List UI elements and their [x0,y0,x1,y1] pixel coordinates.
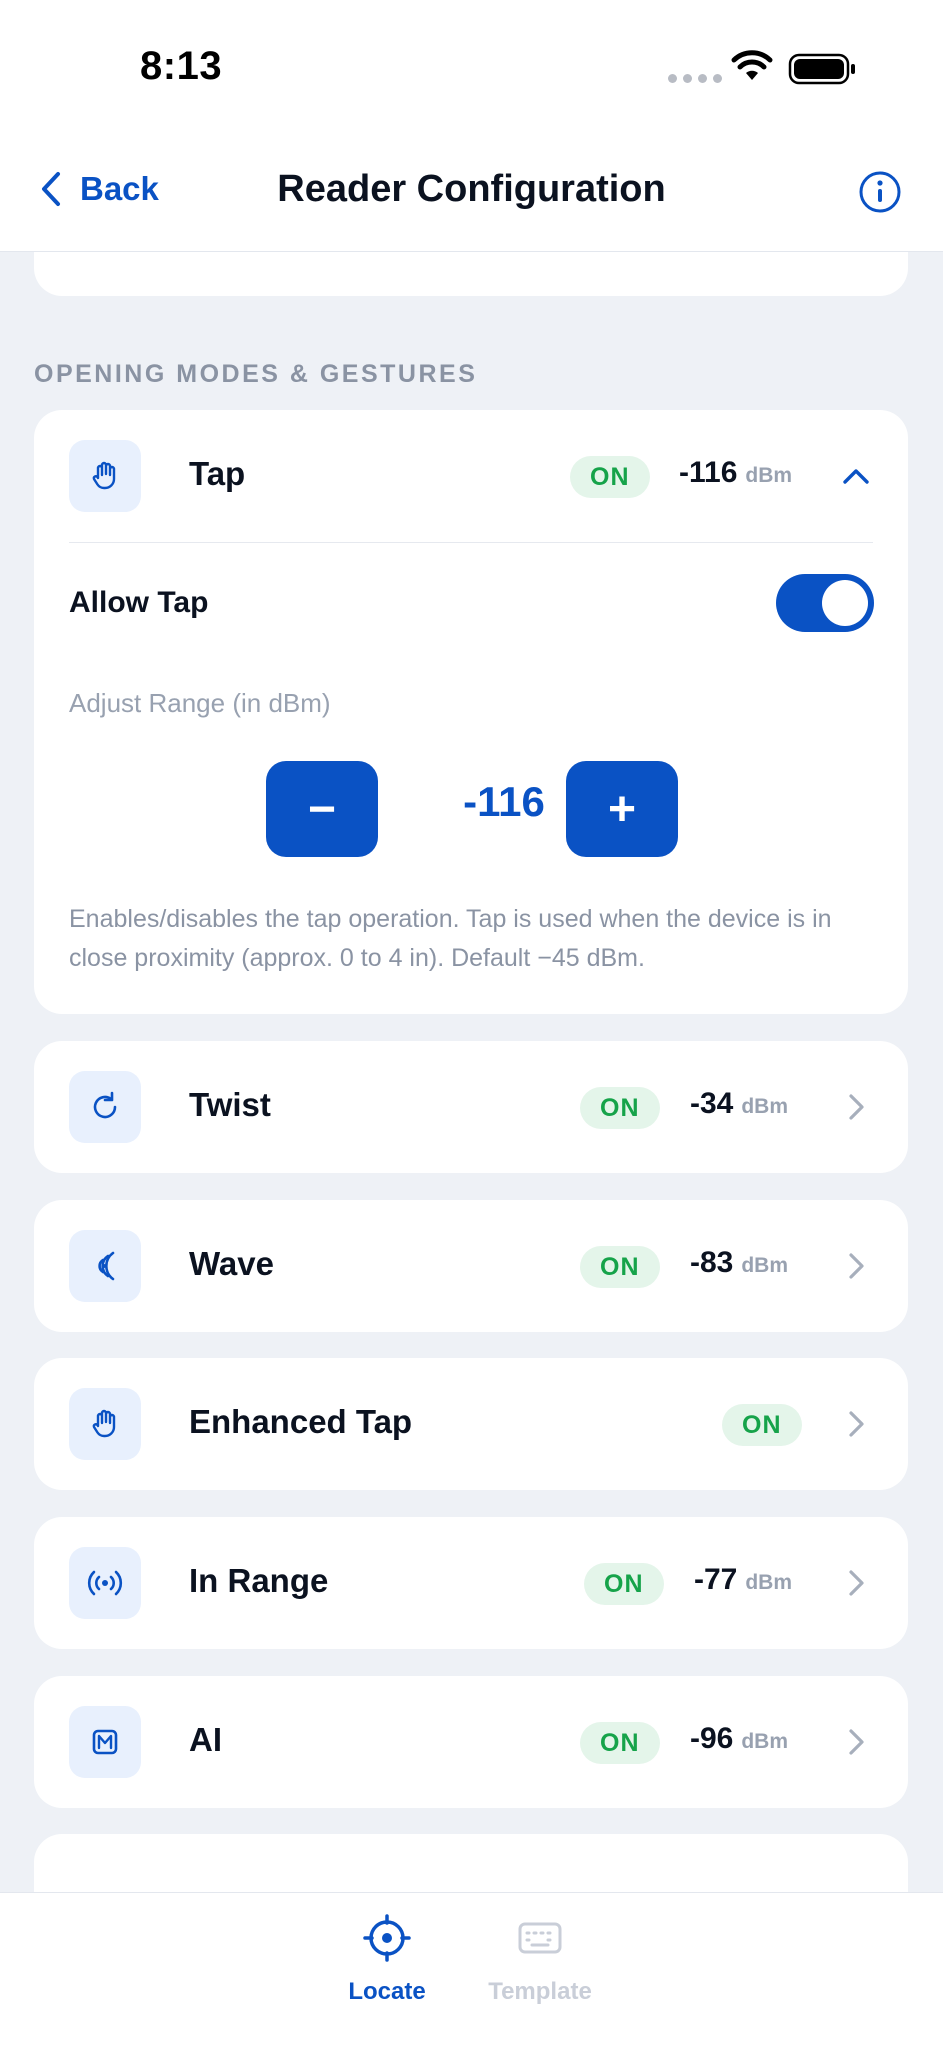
twist-card: Twist ON -34 dBm [34,1041,908,1173]
back-button[interactable]: Back [40,170,159,208]
dbm-value: -96 [690,1722,734,1755]
dbm-unit: dBm [745,464,793,487]
increase-button[interactable]: + [566,761,678,857]
mode-title: Wave [189,1245,274,1282]
status-bar: 8:13 [0,0,943,130]
mode-title: Enhanced Tap [189,1403,413,1440]
dbm-value: -34 [690,1087,734,1120]
wave-row[interactable]: Wave ON -83 dBm [34,1200,908,1332]
dbm-value: -83 [690,1246,734,1279]
scroll-content[interactable]: OPENING MODES & GESTURES Tap ON -116 dBm [0,252,943,1892]
tab-template[interactable]: Template [465,1913,615,2006]
allow-tap-toggle[interactable] [776,574,874,632]
allow-tap-label: Allow Tap [69,586,209,619]
status-badge: ON [570,456,650,498]
status-badge: ON [580,1246,660,1288]
chevron-right-icon [849,1094,864,1120]
in-range-row[interactable]: In Range ON -77 dBm [34,1517,908,1649]
dbm-unit: dBm [741,1095,789,1118]
wave-card: Wave ON -83 dBm [34,1200,908,1332]
minus-label: − [307,782,337,836]
divider [69,542,873,543]
tap-title: Tap [189,455,246,492]
previous-card [34,252,908,296]
status-badge: ON [584,1563,664,1605]
broadcast-icon [69,1547,141,1619]
tab-label: Template [488,1978,592,2005]
status-badge: ON [722,1404,802,1446]
hand-icon [69,1388,141,1460]
tap-help-text: Enables/disables the tap operation. Tap … [69,905,832,972]
battery-icon [788,53,855,85]
mode-title: In Range [189,1562,329,1599]
status-badge: ON [580,1722,660,1764]
dbm-reading: -116 dBm [679,456,792,490]
nav-header: Back Reader Configuration [0,130,943,252]
chevron-right-icon [849,1253,864,1279]
dbm-reading: -83 dBm [690,1246,788,1280]
back-label: Back [80,170,159,207]
chevron-up-icon[interactable] [838,458,874,494]
status-badge: ON [580,1087,660,1129]
dbm-reading: -96 dBm [690,1722,788,1756]
ai-row[interactable]: AI ON -96 dBm [34,1676,908,1808]
toggle-knob [822,580,868,626]
decrease-button[interactable]: − [266,761,378,857]
chevron-right-icon [849,1411,864,1437]
tab-locate[interactable]: Locate [312,1913,462,2006]
dbm-unit: dBm [745,1571,793,1594]
section-label: OPENING MODES & GESTURES [34,360,478,388]
crosshair-icon [363,1914,411,1962]
dbm-value: -116 [679,456,738,489]
ai-card: AI ON -96 dBm [34,1676,908,1808]
dbm-value: -77 [694,1563,738,1596]
wifi-icon [731,50,773,80]
hand-icon [69,440,141,512]
status-time: 8:13 [140,44,223,88]
range-label: Adjust Range (in dBm) [69,688,331,718]
cellular-signal-icon [668,74,722,83]
dbm-unit: dBm [741,1254,789,1277]
dbm-reading: -34 dBm [690,1087,788,1121]
tap-card: Tap ON -116 dBm Allow Tap Adjust Range (… [34,410,908,1014]
in-range-card: In Range ON -77 dBm [34,1517,908,1649]
chevron-right-icon [849,1570,864,1596]
tap-row[interactable]: Tap ON -116 dBm [34,410,908,542]
bottom-tab-bar: Locate Template [0,1892,943,2048]
dbm-unit: dBm [741,1730,789,1753]
chevron-right-icon [849,1729,864,1755]
enhanced-tap-row[interactable]: Enhanced Tap ON [34,1358,908,1490]
range-value: -116 [463,778,545,825]
enhanced-tap-card: Enhanced Tap ON [34,1358,908,1490]
dbm-reading: -77 dBm [694,1563,792,1597]
mode-title: Twist [189,1086,271,1123]
keyboard-icon [518,1922,562,1954]
wave-icon [69,1230,141,1302]
app-root: 8:13 Back Reader Configuration OPENING M… [0,0,943,2048]
chevron-left-icon [42,172,60,206]
plus-label: + [607,782,637,836]
mode-title: AI [189,1721,222,1758]
m-badge-icon [69,1706,141,1778]
twist-row[interactable]: Twist ON -34 dBm [34,1041,908,1173]
rotate-icon [69,1071,141,1143]
next-card-partial[interactable] [34,1834,908,1892]
tab-label: Locate [348,1978,426,2005]
info-icon[interactable] [858,170,902,214]
